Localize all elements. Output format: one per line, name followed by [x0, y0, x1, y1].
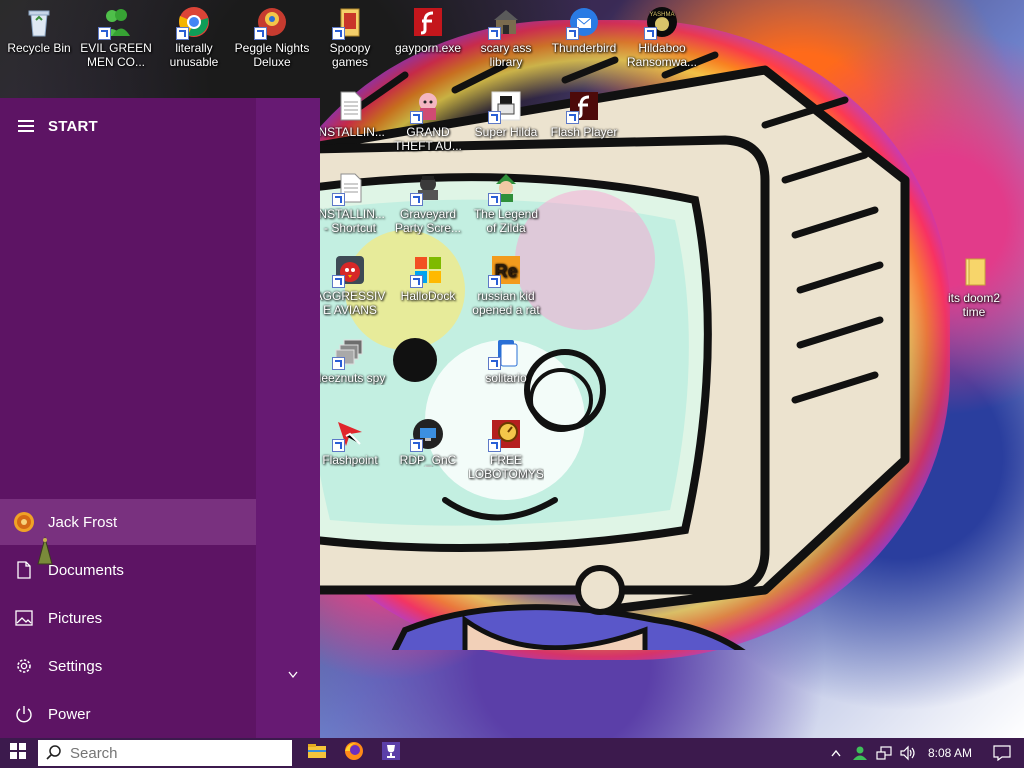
chrome-icon: [176, 6, 210, 40]
desktop-icon-gta[interactable]: GRAND THEFT AU...: [390, 90, 466, 153]
desktop-icon-recycle-bin[interactable]: Recycle Bin: [1, 6, 77, 55]
start-menu-tiles-area: [256, 98, 320, 738]
people-icon[interactable]: [848, 738, 872, 768]
zilda-icon: [488, 172, 522, 206]
library-icon: [488, 6, 522, 40]
graveyard-icon: [410, 172, 444, 206]
notification-center-icon[interactable]: [980, 738, 1024, 768]
flash-icon: [412, 6, 444, 38]
thunderbird-icon: [566, 6, 600, 40]
peggle-icon: [254, 6, 288, 40]
chevron-up-icon[interactable]: [824, 738, 848, 768]
lobotomy-icon: [488, 418, 522, 452]
desktop-icon-its-doom2-time[interactable]: its doom2 time: [936, 256, 1012, 319]
desktop-icon-installing-shortcut[interactable]: INSTALLIN... - Shortcut: [312, 172, 388, 235]
desktop-icon-solitario[interactable]: solitario: [468, 336, 544, 385]
desktop-icon-scary-library[interactable]: scary ass library: [468, 6, 544, 69]
start-item-documents-label: Documents: [48, 561, 124, 579]
text-document-icon: [334, 90, 366, 122]
start-menu: START Jack Frost Documents Pictures Sett…: [0, 98, 320, 738]
flash-player-icon: [566, 90, 600, 124]
super-hilda-icon: [488, 90, 522, 124]
search-input[interactable]: [70, 744, 270, 762]
desktop-icon-hildaboo[interactable]: YASHMA Hildaboo Ransomwa...: [624, 6, 700, 69]
flashpoint-icon: [332, 418, 366, 452]
evil-green-men-icon: [98, 6, 132, 40]
desktop-icon-graveyard[interactable]: Graveyard Party Scre...: [390, 172, 466, 235]
file-explorer-icon: [307, 743, 327, 764]
gta-icon: [410, 90, 444, 124]
desktop-icon-flash-player[interactable]: Flash Player: [546, 90, 622, 139]
chevron-down-icon[interactable]: [286, 668, 300, 680]
folder-games-icon: [332, 6, 366, 40]
desktop-icon-free-lobotomys[interactable]: FREE LOBOTOMYS: [468, 418, 544, 481]
start-item-settings[interactable]: Settings: [0, 643, 256, 689]
firefox-icon: [344, 741, 364, 766]
hamburger-menu-icon[interactable]: [0, 112, 48, 140]
angry-bird-icon: [332, 254, 366, 288]
start-item-power-label: Power: [48, 705, 91, 723]
taskbar-app-trophy[interactable]: [372, 738, 409, 768]
desktop-icon-rdp-gnc[interactable]: RDP_GnC: [390, 418, 466, 467]
rdp-icon: [410, 418, 444, 452]
system-tray: 8:08 AM: [824, 738, 1024, 768]
taskbar-app-file-explorer[interactable]: [298, 738, 335, 768]
windows-shield-icon: [410, 254, 444, 288]
start-menu-header: START: [0, 112, 256, 140]
pictures-icon: [0, 595, 48, 641]
taskbar: 8:08 AM: [0, 738, 1024, 768]
recycle-bin-icon: [23, 6, 55, 38]
start-item-user-label: Jack Frost: [48, 513, 118, 531]
desktop-icon-literally-unusable[interactable]: literally unusable: [156, 6, 232, 69]
desktop-icon-evil-green-men[interactable]: EVIL GREEN MEN CO...: [78, 6, 154, 69]
start-item-settings-label: Settings: [48, 657, 103, 675]
folder-icon: [958, 256, 990, 288]
desktop-icon-deeznuts-spy[interactable]: deeznuts spy: [312, 336, 388, 385]
text-document-icon: [332, 172, 366, 206]
window-stack-icon: [332, 336, 366, 370]
desktop-icon-installing[interactable]: INSTALLIN...: [312, 90, 388, 139]
svg-text:YASHMA: YASHMA: [650, 12, 675, 18]
clock-time[interactable]: 8:08 AM: [920, 746, 980, 760]
taskbar-search-box[interactable]: [38, 740, 292, 766]
start-item-pictures[interactable]: Pictures: [0, 595, 256, 641]
network-icon[interactable]: [872, 738, 896, 768]
desktop-icon-russian-kid[interactable]: Re russian kid opened a rat: [468, 254, 544, 317]
desktop-icon-flashpoint[interactable]: Flashpoint: [312, 418, 388, 467]
power-icon: [0, 691, 48, 737]
desktop-icon-hallodock[interactable]: HalloDock: [390, 254, 466, 303]
desktop-icon-spoopy-games[interactable]: Spoopy games: [312, 6, 388, 69]
start-menu-rail: [0, 98, 256, 738]
desktop-icon-peggle[interactable]: Peggle Nights Deluxe: [234, 6, 310, 69]
trophy-app-icon: [381, 741, 401, 766]
gear-icon: [0, 643, 48, 689]
start-button[interactable]: [0, 738, 36, 768]
desktop-icon-aggressive-avians[interactable]: AGGRESSIVE AVIANS: [312, 254, 388, 317]
solitaire-icon: [488, 336, 522, 370]
mouse-cursor-icon: [34, 536, 56, 568]
search-icon: [38, 745, 70, 761]
russian-kid-icon: Re: [488, 254, 522, 288]
start-item-power[interactable]: Power: [0, 691, 256, 737]
desktop-icon-gayporn-exe[interactable]: gayporn.exe: [390, 6, 466, 55]
start-item-pictures-label: Pictures: [48, 609, 103, 627]
start-menu-title: START: [48, 117, 98, 135]
desktop-icon-thunderbird[interactable]: Thunderbird: [546, 6, 622, 55]
desktop-icon-super-hilda[interactable]: Super Hilda: [468, 90, 544, 139]
taskbar-app-firefox[interactable]: [335, 738, 372, 768]
ransomware-icon: YASHMA: [644, 6, 678, 40]
desktop-icon-legend-of-zilda[interactable]: The Legend of Zilda: [468, 172, 544, 235]
volume-icon[interactable]: [896, 738, 920, 768]
windows-logo-icon: [10, 742, 26, 764]
